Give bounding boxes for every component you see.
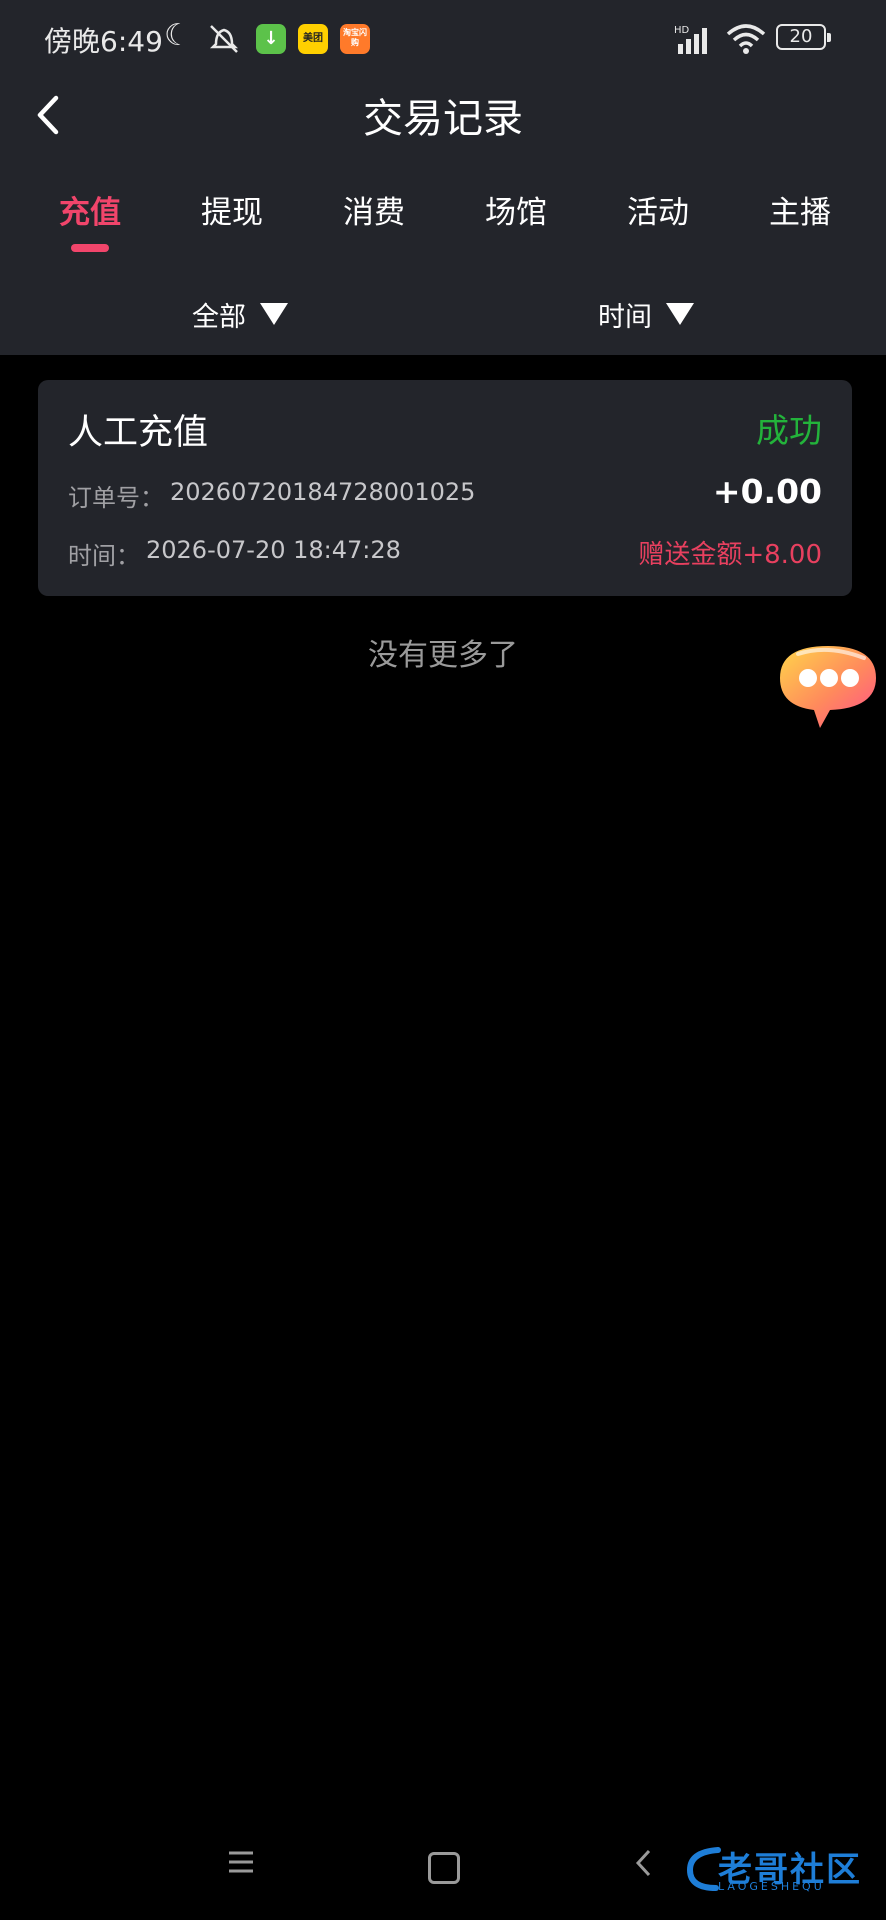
filter-time-label: 时间	[598, 301, 652, 333]
download-app-icon: ↓	[256, 24, 286, 54]
back-nav-button[interactable]	[634, 1848, 654, 1878]
triangle-down-icon	[260, 303, 288, 325]
meituan-app-icon: 美团	[298, 24, 328, 54]
filter-time-dropdown[interactable]: 时间	[598, 294, 694, 334]
status-time: 傍晚6:49	[44, 25, 163, 58]
filter-type-dropdown[interactable]: 全部	[192, 294, 288, 334]
filter-type-label: 全部	[192, 301, 246, 333]
tab-activity[interactable]: 活动	[598, 187, 718, 232]
tab-anchor[interactable]: 主播	[740, 187, 860, 232]
signal-icon: HD	[674, 25, 707, 54]
no-more-text: 没有更多了	[368, 638, 518, 673]
bell-off-icon	[209, 25, 239, 53]
tab-venue[interactable]: 场馆	[456, 187, 576, 232]
triangle-down-icon	[666, 303, 694, 325]
watermark-logo: 老哥社区 LAOGESHEQU	[684, 1836, 874, 1898]
record-status: 成功	[756, 411, 822, 450]
taobao-app-icon: 淘宝闪购	[340, 24, 370, 54]
bonus-amount: 赠送金额+8.00	[638, 540, 822, 570]
svg-text:HD: HD	[674, 25, 690, 36]
active-tab-indicator	[71, 244, 109, 252]
record-time-label: 时间：	[68, 542, 140, 570]
watermark-subtext: LAOGESHEQU	[718, 1880, 825, 1893]
tab-recharge[interactable]: 充值	[30, 187, 150, 232]
tab-consume[interactable]: 消费	[314, 187, 434, 232]
order-number-label: 订单号：	[68, 484, 164, 512]
record-time: 2026-07-20 18:47:28	[146, 536, 401, 564]
tab-withdraw[interactable]: 提现	[172, 187, 292, 232]
battery-icon: 20	[776, 24, 831, 50]
home-nav-button[interactable]	[428, 1852, 460, 1884]
page-title: 交易记录	[363, 96, 523, 142]
moon-icon: ☾	[164, 18, 191, 53]
order-number: 20260720184728001025	[170, 478, 476, 506]
record-amount: +0.00	[712, 472, 822, 511]
menu-nav-button[interactable]	[226, 1848, 256, 1876]
record-type: 人工充值	[68, 413, 209, 453]
status-bar: 傍晚6:49 ☾ ↓ 美团 淘宝闪购 HD 20	[0, 0, 886, 78]
record-card[interactable]: 人工充值 成功 订单号： 20260720184728001025 +0.00 …	[38, 380, 852, 596]
chat-bubble-icon[interactable]	[768, 638, 886, 734]
wifi-icon	[726, 24, 766, 54]
